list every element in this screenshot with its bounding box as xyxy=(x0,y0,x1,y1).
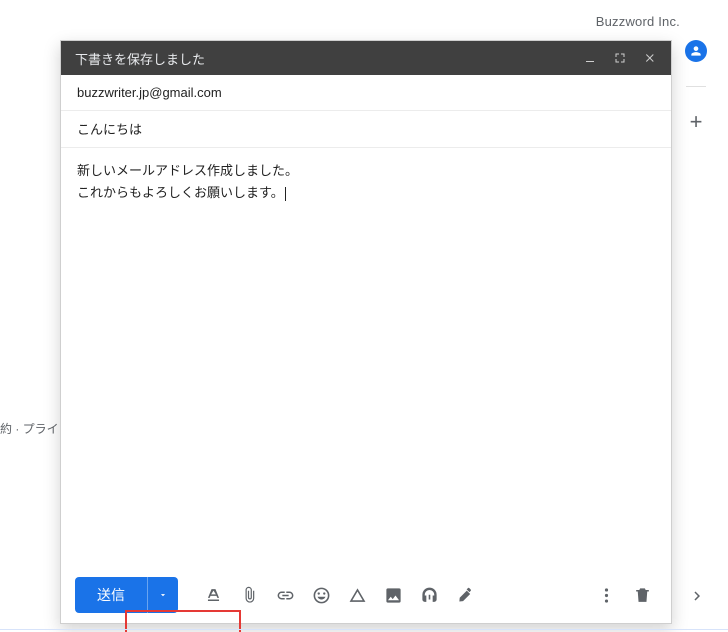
more-options-icon[interactable] xyxy=(591,580,621,610)
side-rail: + xyxy=(682,40,710,133)
side-add-button[interactable]: + xyxy=(690,111,703,133)
compose-toolbar: 送信 xyxy=(61,567,671,623)
attach-icon[interactable] xyxy=(234,580,264,610)
text-cursor xyxy=(285,187,286,201)
clipped-footer-text: 約 · プライ xyxy=(0,420,59,437)
side-panel-chevron-icon[interactable] xyxy=(688,587,706,610)
drive-icon[interactable] xyxy=(342,580,372,610)
minimize-button[interactable] xyxy=(575,41,605,75)
compose-title: 下書きを保存しました xyxy=(75,49,575,68)
subject-field[interactable] xyxy=(61,111,671,148)
fullscreen-button[interactable] xyxy=(605,41,635,75)
body-line: 新しいメールアドレス作成しました。 xyxy=(77,160,655,182)
emoji-icon[interactable] xyxy=(306,580,336,610)
formatting-icon[interactable] xyxy=(198,580,228,610)
image-icon[interactable] xyxy=(378,580,408,610)
body-textarea[interactable]: 新しいメールアドレス作成しました。 これからもよろしくお願いします。 xyxy=(61,148,671,567)
send-button[interactable]: 送信 xyxy=(75,577,148,613)
pen-icon[interactable] xyxy=(450,580,480,610)
compose-titlebar: 下書きを保存しました xyxy=(61,41,671,75)
contacts-avatar-icon[interactable] xyxy=(685,40,707,62)
discard-icon[interactable] xyxy=(627,580,657,610)
compose-window: 下書きを保存しました 新しいメールアドレス作成しました。 これからもよろしくお願… xyxy=(60,40,672,624)
send-button-group: 送信 xyxy=(75,577,178,613)
link-icon[interactable] xyxy=(270,580,300,610)
side-divider xyxy=(686,86,706,87)
bottom-hairline xyxy=(0,629,728,630)
body-line: これからもよろしくお願いします。 xyxy=(77,182,655,204)
close-button[interactable] xyxy=(635,41,665,75)
send-options-button[interactable] xyxy=(148,577,178,613)
subject-input[interactable] xyxy=(77,121,655,136)
confidential-icon[interactable] xyxy=(414,580,444,610)
to-input[interactable] xyxy=(77,85,655,100)
to-field[interactable] xyxy=(61,75,671,111)
brand-label: Buzzword Inc. xyxy=(596,14,680,29)
